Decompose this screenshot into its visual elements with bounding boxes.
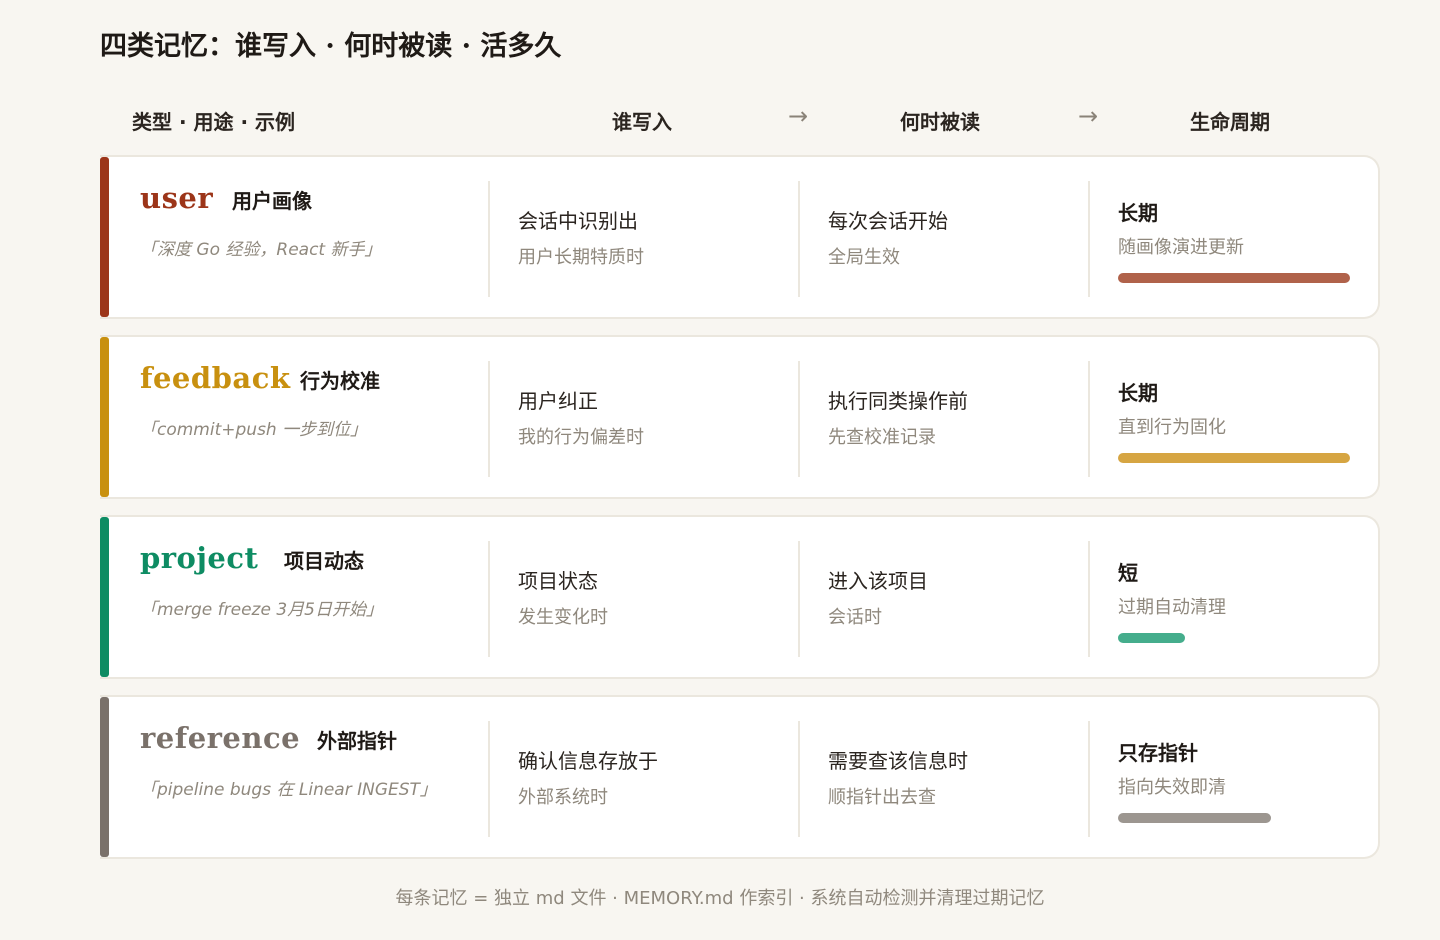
memory-type-name: project xyxy=(140,541,259,575)
column-divider xyxy=(488,361,490,477)
write-trigger: 确认信息存放于 xyxy=(518,749,658,773)
footer-note: 每条记忆 = 独立 md 文件 · MEMORY.md 作索引 · 系统自动检测… xyxy=(395,888,1045,909)
memory-card-user: user 用户画像 「深度 Go 经验，React 新手」 会话中识别出 用户长… xyxy=(100,155,1380,319)
read-timing: 每次会话开始 xyxy=(828,209,948,233)
read-timing: 进入该项目 xyxy=(828,569,928,593)
column-divider xyxy=(798,541,800,657)
memory-type-purpose: 行为校准 xyxy=(300,369,380,393)
read-timing-detail: 会话时 xyxy=(828,607,882,628)
page-title: 四类记忆：谁写入 · 何时被读 · 活多久 xyxy=(100,31,562,62)
lifecycle-detail: 随画像演进更新 xyxy=(1118,237,1244,258)
lifecycle-bar-fill xyxy=(1118,273,1350,283)
write-trigger-detail: 发生变化时 xyxy=(518,607,608,628)
memory-type-purpose: 项目动态 xyxy=(284,549,364,573)
header-lifecycle-column: 生命周期 xyxy=(1190,110,1270,134)
write-trigger-detail: 我的行为偏差时 xyxy=(518,427,644,448)
lifecycle-bar-fill xyxy=(1118,633,1185,643)
lifecycle-label: 只存指针 xyxy=(1118,741,1198,765)
column-divider xyxy=(488,721,490,837)
header-write-column: 谁写入 xyxy=(612,110,672,134)
memory-card-feedback: feedback 行为校准 「commit+push 一步到位」 用户纠正 我的… xyxy=(100,335,1380,499)
memory-type-purpose: 用户画像 xyxy=(232,189,312,213)
column-divider xyxy=(798,181,800,297)
lifecycle-bar xyxy=(1118,273,1350,283)
lifecycle-label: 长期 xyxy=(1118,381,1158,405)
accent-bar xyxy=(100,517,109,677)
memory-type-example: 「merge freeze 3月5日开始」 xyxy=(140,600,383,620)
column-header-row: 类型 · 用途 · 示例 谁写入 → 何时被读 → 生命周期 xyxy=(100,100,1380,140)
write-trigger: 用户纠正 xyxy=(518,389,598,413)
column-divider xyxy=(1088,361,1090,477)
column-divider xyxy=(488,181,490,297)
column-divider xyxy=(1088,721,1090,837)
column-divider xyxy=(1088,541,1090,657)
arrow-right-icon: → xyxy=(1078,102,1099,130)
column-divider xyxy=(798,721,800,837)
write-trigger-detail: 外部系统时 xyxy=(518,787,608,808)
read-timing-detail: 顺指针出去查 xyxy=(828,787,936,808)
header-type-column: 类型 · 用途 · 示例 xyxy=(132,110,296,134)
column-divider xyxy=(488,541,490,657)
memory-type-name: user xyxy=(140,181,214,215)
header-read-column: 何时被读 xyxy=(900,110,980,134)
lifecycle-detail: 直到行为固化 xyxy=(1118,417,1226,438)
memory-type-example: 「commit+push 一步到位」 xyxy=(140,420,368,440)
column-divider xyxy=(798,361,800,477)
lifecycle-detail: 指向失效即清 xyxy=(1118,777,1226,798)
read-timing: 需要查该信息时 xyxy=(828,749,968,773)
write-trigger: 项目状态 xyxy=(518,569,598,593)
accent-bar xyxy=(100,337,109,497)
lifecycle-bar-fill xyxy=(1118,813,1271,823)
memory-type-purpose: 外部指针 xyxy=(317,729,397,753)
lifecycle-bar-fill xyxy=(1118,453,1350,463)
lifecycle-label: 短 xyxy=(1118,561,1138,585)
memory-card-project: project 项目动态 「merge freeze 3月5日开始」 项目状态 … xyxy=(100,515,1380,679)
write-trigger-detail: 用户长期特质时 xyxy=(518,247,644,268)
arrow-right-icon: → xyxy=(788,102,809,130)
lifecycle-bar xyxy=(1118,453,1350,463)
accent-bar xyxy=(100,157,109,317)
write-trigger: 会话中识别出 xyxy=(518,209,638,233)
memory-type-name: reference xyxy=(140,721,301,755)
lifecycle-detail: 过期自动清理 xyxy=(1118,597,1226,618)
memory-card-reference: reference 外部指针 「pipeline bugs 在 Linear I… xyxy=(100,695,1380,859)
lifecycle-bar xyxy=(1118,633,1350,643)
column-divider xyxy=(1088,181,1090,297)
lifecycle-bar xyxy=(1118,813,1350,823)
read-timing-detail: 先查校准记录 xyxy=(828,427,936,448)
read-timing-detail: 全局生效 xyxy=(828,247,900,268)
accent-bar xyxy=(100,697,109,857)
memory-type-example: 「深度 Go 经验，React 新手」 xyxy=(140,240,382,260)
read-timing: 执行同类操作前 xyxy=(828,389,968,413)
memory-type-example: 「pipeline bugs 在 Linear INGEST」 xyxy=(140,780,437,800)
lifecycle-label: 长期 xyxy=(1118,201,1158,225)
memory-type-name: feedback xyxy=(140,361,291,395)
